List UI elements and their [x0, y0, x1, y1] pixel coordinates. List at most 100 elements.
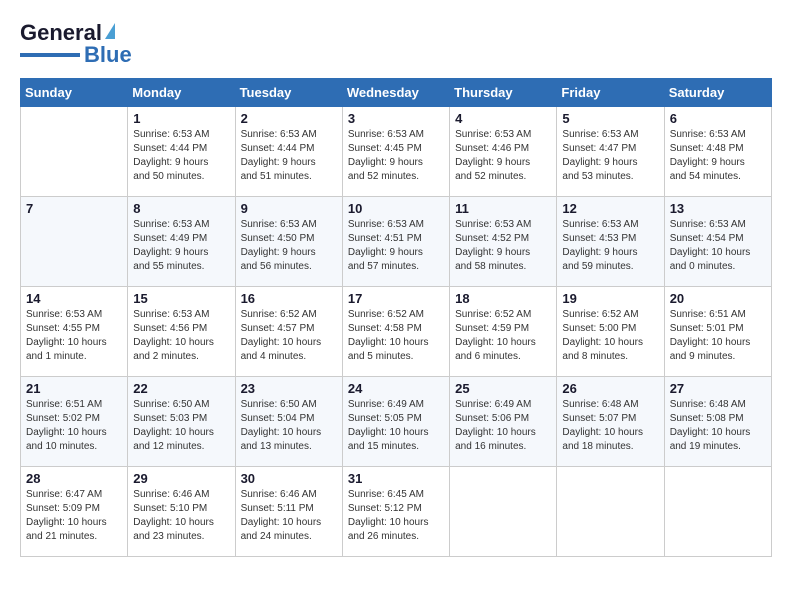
day-number: 6: [670, 111, 766, 126]
day-number: 5: [562, 111, 658, 126]
day-info: Sunrise: 6:53 AM Sunset: 4:52 PM Dayligh…: [455, 218, 551, 274]
day-info: Sunrise: 6:53 AM Sunset: 4:56 PM Dayligh…: [133, 308, 229, 364]
day-of-week-header: Tuesday: [235, 79, 342, 107]
calendar-cell: 15 Sunrise: 6:53 AM Sunset: 4:56 PM Dayli…: [128, 287, 235, 377]
day-info: Sunrise: 6:49 AM Sunset: 5:06 PM Dayligh…: [455, 398, 551, 454]
day-number: 8: [133, 201, 229, 216]
day-number: 17: [348, 291, 444, 306]
day-info: Sunrise: 6:53 AM Sunset: 4:50 PM Dayligh…: [241, 218, 337, 274]
day-number: 12: [562, 201, 658, 216]
day-info: Sunrise: 6:53 AM Sunset: 4:54 PM Dayligh…: [670, 218, 766, 274]
calendar-cell: 26 Sunrise: 6:48 AM Sunset: 5:07 PM Dayli…: [557, 377, 664, 467]
day-info: Sunrise: 6:52 AM Sunset: 4:59 PM Dayligh…: [455, 308, 551, 364]
logo-blue-bar: [20, 53, 80, 57]
calendar-cell: 9 Sunrise: 6:53 AM Sunset: 4:50 PM Daylig…: [235, 197, 342, 287]
calendar-row: 28Sunrise: 6:47 AM Sunset: 5:09 PM Dayli…: [21, 467, 772, 557]
calendar-row: 1 Sunrise: 6:53 AM Sunset: 4:44 PM Daylig…: [21, 107, 772, 197]
day-number: 23: [241, 381, 337, 396]
calendar-cell: 25 Sunrise: 6:49 AM Sunset: 5:06 PM Dayli…: [450, 377, 557, 467]
day-number: 20: [670, 291, 766, 306]
day-number: 26: [562, 381, 658, 396]
calendar-cell: 10 Sunrise: 6:53 AM Sunset: 4:51 PM Dayli…: [342, 197, 449, 287]
day-info: Sunrise: 6:49 AM Sunset: 5:05 PM Dayligh…: [348, 398, 444, 454]
calendar-cell: [21, 107, 128, 197]
calendar-cell: 23 Sunrise: 6:50 AM Sunset: 5:04 PM Dayli…: [235, 377, 342, 467]
calendar-cell: 13 Sunrise: 6:53 AM Sunset: 4:54 PM Dayli…: [664, 197, 771, 287]
day-number: 28: [26, 471, 122, 486]
calendar-cell: 12 Sunrise: 6:53 AM Sunset: 4:53 PM Dayli…: [557, 197, 664, 287]
day-of-week-header: Friday: [557, 79, 664, 107]
day-number: 24: [348, 381, 444, 396]
day-info: Sunrise: 6:53 AM Sunset: 4:46 PM Dayligh…: [455, 128, 551, 184]
calendar-cell: 21 Sunrise: 6:51 AM Sunset: 5:02 PM Dayli…: [21, 377, 128, 467]
day-of-week-header: Monday: [128, 79, 235, 107]
day-info: Sunrise: 6:53 AM Sunset: 4:53 PM Dayligh…: [562, 218, 658, 274]
day-info: Sunrise: 6:53 AM Sunset: 4:51 PM Dayligh…: [348, 218, 444, 274]
calendar-cell: 14 Sunrise: 6:53 AM Sunset: 4:55 PM Dayli…: [21, 287, 128, 377]
day-info: Sunrise: 6:50 AM Sunset: 5:04 PM Dayligh…: [241, 398, 337, 454]
day-number: 16: [241, 291, 337, 306]
day-info: Sunrise: 6:53 AM Sunset: 4:44 PM Dayligh…: [133, 128, 229, 184]
day-number: 21: [26, 381, 122, 396]
day-number: 7: [26, 201, 122, 216]
logo-text-blue: Blue: [84, 42, 132, 68]
day-info: Sunrise: 6:46 AM Sunset: 5:10 PM Dayligh…: [133, 488, 229, 544]
day-number: 9: [241, 201, 337, 216]
calendar-row: 14 Sunrise: 6:53 AM Sunset: 4:55 PM Dayli…: [21, 287, 772, 377]
day-number: 13: [670, 201, 766, 216]
calendar-cell: 7: [21, 197, 128, 287]
day-number: 31: [348, 471, 444, 486]
calendar-cell: 22 Sunrise: 6:50 AM Sunset: 5:03 PM Dayli…: [128, 377, 235, 467]
day-number: 3: [348, 111, 444, 126]
day-info: Sunrise: 6:51 AM Sunset: 5:02 PM Dayligh…: [26, 398, 122, 454]
calendar-cell: 29Sunrise: 6:46 AM Sunset: 5:10 PM Dayli…: [128, 467, 235, 557]
calendar-cell: 24 Sunrise: 6:49 AM Sunset: 5:05 PM Dayli…: [342, 377, 449, 467]
day-of-week-header: Saturday: [664, 79, 771, 107]
day-number: 2: [241, 111, 337, 126]
calendar-cell: 30 Sunrise: 6:46 AM Sunset: 5:11 PM Dayli…: [235, 467, 342, 557]
calendar-cell: 11 Sunrise: 6:53 AM Sunset: 4:52 PM Dayli…: [450, 197, 557, 287]
calendar-cell: 19 Sunrise: 6:52 AM Sunset: 5:00 PM Dayli…: [557, 287, 664, 377]
calendar-cell: 4 Sunrise: 6:53 AM Sunset: 4:46 PM Daylig…: [450, 107, 557, 197]
calendar-header: SundayMondayTuesdayWednesdayThursdayFrid…: [21, 79, 772, 107]
day-number: 27: [670, 381, 766, 396]
day-number: 1: [133, 111, 229, 126]
day-number: 10: [348, 201, 444, 216]
day-number: 22: [133, 381, 229, 396]
calendar-cell: 17 Sunrise: 6:52 AM Sunset: 4:58 PM Dayli…: [342, 287, 449, 377]
day-number: 15: [133, 291, 229, 306]
day-info: Sunrise: 6:50 AM Sunset: 5:03 PM Dayligh…: [133, 398, 229, 454]
day-number: 25: [455, 381, 551, 396]
day-info: Sunrise: 6:52 AM Sunset: 5:00 PM Dayligh…: [562, 308, 658, 364]
day-number: 19: [562, 291, 658, 306]
calendar-cell: [664, 467, 771, 557]
day-info: Sunrise: 6:53 AM Sunset: 4:49 PM Dayligh…: [133, 218, 229, 274]
calendar-cell: 1 Sunrise: 6:53 AM Sunset: 4:44 PM Daylig…: [128, 107, 235, 197]
day-info: Sunrise: 6:51 AM Sunset: 5:01 PM Dayligh…: [670, 308, 766, 364]
calendar-cell: 6 Sunrise: 6:53 AM Sunset: 4:48 PM Daylig…: [664, 107, 771, 197]
calendar-body: 1 Sunrise: 6:53 AM Sunset: 4:44 PM Daylig…: [21, 107, 772, 557]
calendar-cell: 2Sunrise: 6:53 AM Sunset: 4:44 PM Daylig…: [235, 107, 342, 197]
calendar-cell: 8 Sunrise: 6:53 AM Sunset: 4:49 PM Daylig…: [128, 197, 235, 287]
calendar-cell: 5 Sunrise: 6:53 AM Sunset: 4:47 PM Daylig…: [557, 107, 664, 197]
day-info: Sunrise: 6:48 AM Sunset: 5:07 PM Dayligh…: [562, 398, 658, 454]
day-info: Sunrise: 6:52 AM Sunset: 4:57 PM Dayligh…: [241, 308, 337, 364]
day-info: Sunrise: 6:46 AM Sunset: 5:11 PM Dayligh…: [241, 488, 337, 544]
page-header: General Blue: [20, 20, 772, 68]
day-number: 4: [455, 111, 551, 126]
day-number: 18: [455, 291, 551, 306]
day-number: 30: [241, 471, 337, 486]
day-info: Sunrise: 6:53 AM Sunset: 4:55 PM Dayligh…: [26, 308, 122, 364]
day-number: 14: [26, 291, 122, 306]
calendar-row: 21 Sunrise: 6:51 AM Sunset: 5:02 PM Dayli…: [21, 377, 772, 467]
day-info: Sunrise: 6:53 AM Sunset: 4:45 PM Dayligh…: [348, 128, 444, 184]
day-info: Sunrise: 6:53 AM Sunset: 4:48 PM Dayligh…: [670, 128, 766, 184]
day-number: 11: [455, 201, 551, 216]
day-of-week-header: Thursday: [450, 79, 557, 107]
day-info: Sunrise: 6:53 AM Sunset: 4:47 PM Dayligh…: [562, 128, 658, 184]
calendar-cell: 3 Sunrise: 6:53 AM Sunset: 4:45 PM Daylig…: [342, 107, 449, 197]
calendar-cell: 27Sunrise: 6:48 AM Sunset: 5:08 PM Dayli…: [664, 377, 771, 467]
day-of-week-header: Wednesday: [342, 79, 449, 107]
calendar-cell: 18 Sunrise: 6:52 AM Sunset: 4:59 PM Dayli…: [450, 287, 557, 377]
day-info: Sunrise: 6:52 AM Sunset: 4:58 PM Dayligh…: [348, 308, 444, 364]
